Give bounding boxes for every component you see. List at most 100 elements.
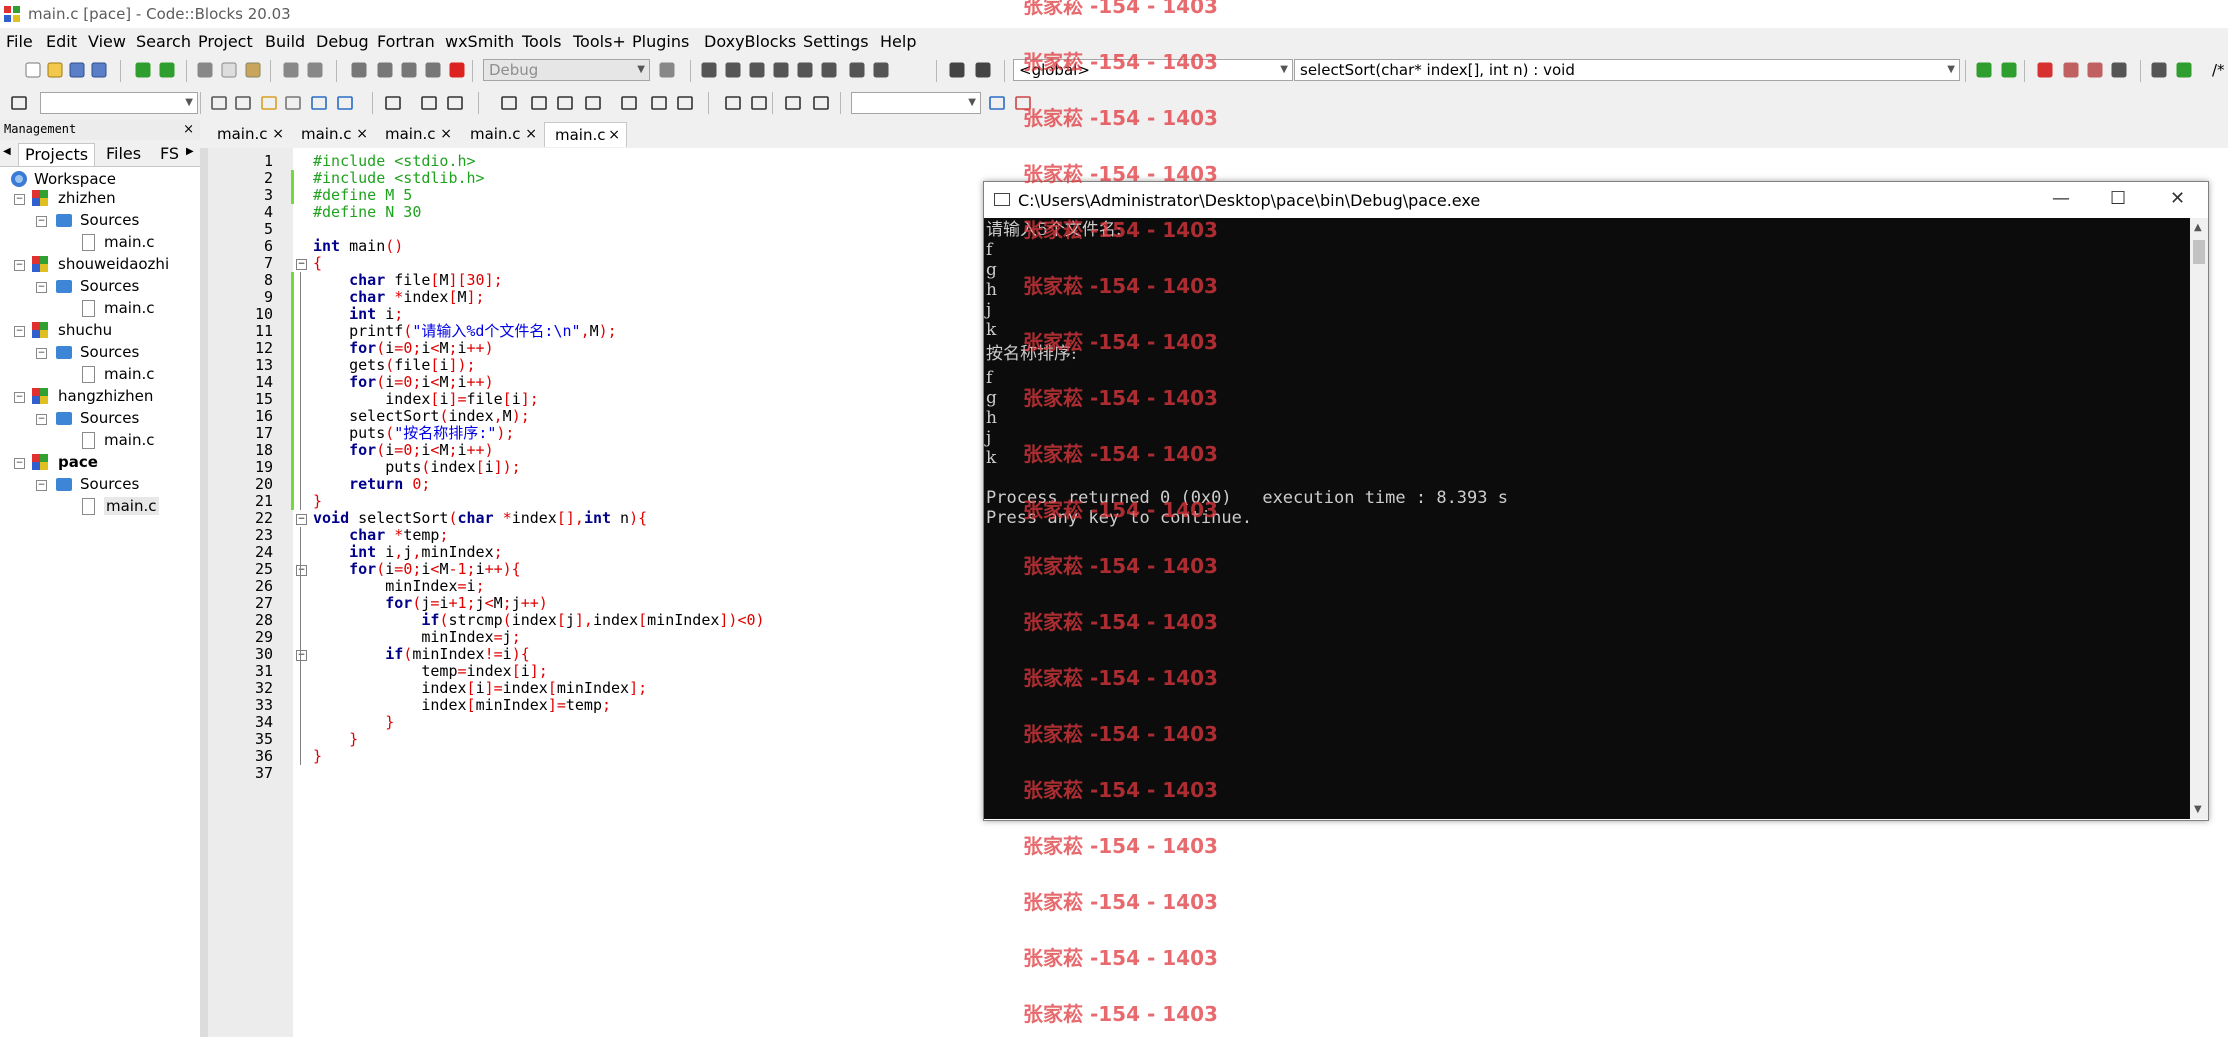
- file-label-main-c[interactable]: main.c: [104, 365, 155, 383]
- sources-folder-label[interactable]: Sources: [80, 277, 139, 295]
- scroll-down-icon[interactable]: ▼: [2194, 804, 2202, 815]
- editor-tab-4[interactable]: main.c ×: [460, 122, 543, 147]
- menu-item-settings[interactable]: Settings: [803, 32, 869, 51]
- abort-icon[interactable]: [448, 61, 466, 79]
- expand-toggle-icon[interactable]: −: [14, 392, 25, 403]
- sources-folder-label[interactable]: Sources: [80, 343, 139, 361]
- debug-pause-icon[interactable]: [848, 61, 866, 79]
- menu-item-edit[interactable]: Edit: [46, 32, 77, 51]
- debug-stop-icon[interactable]: [872, 61, 890, 79]
- editor-tab-5[interactable]: main.c ×: [544, 122, 627, 147]
- close-icon[interactable]: ✕: [2170, 188, 2185, 209]
- menu-item-tools[interactable]: Tools: [522, 32, 561, 51]
- clear-search-icon[interactable]: [10, 94, 28, 112]
- debug-run-icon[interactable]: [700, 61, 718, 79]
- build-icon[interactable]: [400, 61, 418, 79]
- close-icon[interactable]: ×: [608, 123, 620, 148]
- loop2-icon[interactable]: [530, 94, 548, 112]
- replace-icon[interactable]: [306, 61, 324, 79]
- fold-toggle-icon[interactable]: −: [296, 650, 307, 661]
- zoom-in-icon[interactable]: [724, 94, 742, 112]
- comment-button-partial[interactable]: /*: [2212, 61, 2225, 79]
- expand-toggle-icon[interactable]: −: [14, 194, 25, 205]
- jump-forward-icon[interactable]: [2000, 61, 2018, 79]
- bookmark-clear-icon[interactable]: [2110, 61, 2128, 79]
- file-label-main-c[interactable]: main.c: [104, 233, 155, 251]
- run-icon[interactable]: [376, 61, 394, 79]
- debug-step-out-icon[interactable]: [796, 61, 814, 79]
- fold-toggle-icon[interactable]: −: [296, 514, 307, 525]
- project-label-shouweidaozhi[interactable]: shouweidaozhi: [58, 255, 169, 273]
- build-target-select[interactable]: Debug ▼: [483, 59, 650, 81]
- bookmark-prev-icon[interactable]: [2062, 61, 2080, 79]
- loop4-icon[interactable]: [584, 94, 602, 112]
- close-icon[interactable]: ×: [183, 122, 194, 137]
- close-icon[interactable]: ×: [272, 122, 284, 147]
- tab-files[interactable]: Files: [100, 143, 147, 165]
- project-label-hangzhizhen[interactable]: hangzhizhen: [58, 387, 153, 405]
- select-target-icon[interactable]: [658, 61, 676, 79]
- build-run-icon[interactable]: [424, 61, 442, 79]
- menu-item-help[interactable]: Help: [880, 32, 916, 51]
- expand-toggle-icon[interactable]: −: [36, 414, 47, 425]
- expand-toggle-icon[interactable]: −: [14, 326, 25, 337]
- editor-tab-3[interactable]: main.c ×: [375, 122, 458, 147]
- highlight-icon[interactable]: [260, 94, 278, 112]
- find-next-icon[interactable]: [988, 94, 1006, 112]
- expand-toggle-icon[interactable]: −: [14, 458, 25, 469]
- forward-icon[interactable]: [234, 94, 252, 112]
- find-icon[interactable]: [282, 61, 300, 79]
- editor-tab-2[interactable]: main.c ×: [291, 122, 374, 147]
- save-icon[interactable]: [68, 61, 86, 79]
- paste-icon[interactable]: [244, 61, 262, 79]
- menu-item-project[interactable]: Project: [198, 32, 253, 51]
- menu-item-view[interactable]: View: [88, 32, 126, 51]
- sources-folder-label[interactable]: Sources: [80, 409, 139, 427]
- sources-folder-label[interactable]: Sources: [80, 475, 139, 493]
- menu-item-build[interactable]: Build: [265, 32, 305, 51]
- expand-toggle-icon[interactable]: −: [14, 260, 25, 271]
- debug-step-into-icon[interactable]: [772, 61, 790, 79]
- bookmark-toggle-icon[interactable]: [2036, 61, 2054, 79]
- jump-back-icon[interactable]: [1975, 61, 1993, 79]
- minimize-icon[interactable]: —: [2052, 188, 2070, 209]
- select-icon[interactable]: [384, 94, 402, 112]
- maximize-icon[interactable]: ☐: [2110, 188, 2126, 209]
- project-label-pace[interactable]: pace: [58, 453, 98, 471]
- file-label-main-c[interactable]: main.c: [104, 431, 155, 449]
- project-label-zhizhen[interactable]: zhizhen: [58, 189, 116, 207]
- menu-item-fortran[interactable]: Fortran: [377, 32, 435, 51]
- settings-gear-icon[interactable]: [350, 61, 368, 79]
- break-icon[interactable]: [676, 94, 694, 112]
- zoom-out-icon[interactable]: [750, 94, 768, 112]
- debug-next-icon[interactable]: [748, 61, 766, 79]
- expand-toggle-icon[interactable]: −: [36, 480, 47, 491]
- menu-item-search[interactable]: Search: [136, 32, 191, 51]
- menu-item-plugins[interactable]: Plugins: [632, 32, 689, 51]
- file-label-main-c[interactable]: main.c: [104, 299, 155, 317]
- match-case-icon[interactable]: [310, 94, 328, 112]
- scroll-up-icon[interactable]: ▲: [2194, 222, 2202, 233]
- debug-break-icon[interactable]: [820, 61, 838, 79]
- expand-toggle-icon[interactable]: −: [36, 282, 47, 293]
- tab-projects[interactable]: Projects: [18, 143, 96, 166]
- menu-item-debug[interactable]: Debug: [316, 32, 369, 51]
- comment-icon[interactable]: [812, 94, 830, 112]
- info-icon[interactable]: [974, 61, 992, 79]
- menu-item-tools-plus[interactable]: Tools+: [573, 32, 626, 51]
- search-highlight-icon[interactable]: [284, 94, 302, 112]
- cut-icon[interactable]: [196, 61, 214, 79]
- decision-icon[interactable]: [446, 94, 464, 112]
- tab-scroll-right-icon[interactable]: ▶: [186, 146, 194, 157]
- close-icon[interactable]: ×: [525, 122, 537, 147]
- undo-icon[interactable]: [134, 61, 152, 79]
- menu-item-wxsmith[interactable]: wxSmith: [445, 32, 514, 51]
- tab-fs[interactable]: FS: [154, 143, 190, 165]
- project-label-shuchu[interactable]: shuchu: [58, 321, 112, 339]
- save-all-icon[interactable]: [90, 61, 108, 79]
- close-icon[interactable]: ×: [356, 122, 368, 147]
- console-scrollbar[interactable]: ▲ ▼: [2190, 218, 2208, 819]
- close-icon[interactable]: ×: [440, 122, 452, 147]
- scroll-thumb[interactable]: [2193, 240, 2205, 264]
- new-file-icon[interactable]: [24, 61, 42, 79]
